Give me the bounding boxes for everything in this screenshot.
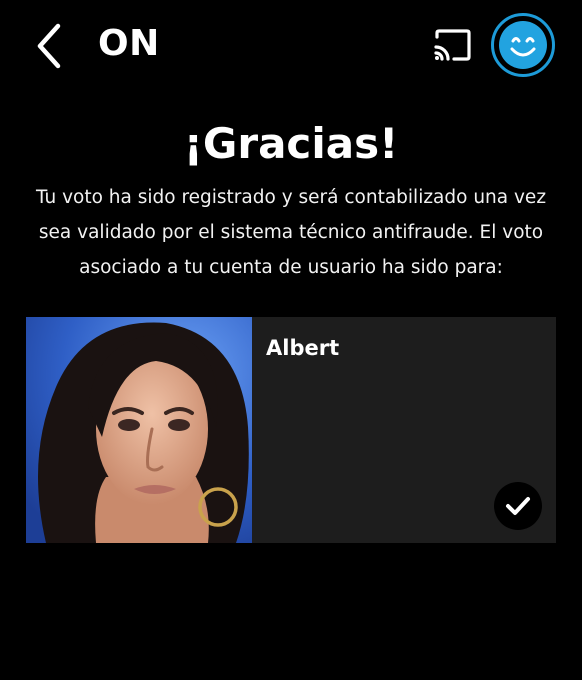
candidate-photo <box>26 317 252 543</box>
smiley-avatar-icon <box>499 21 547 69</box>
chevron-left-icon <box>37 23 61 69</box>
checkmark-icon <box>506 497 530 515</box>
top-app-bar: ON <box>0 0 582 92</box>
back-button[interactable] <box>28 18 72 74</box>
cast-button[interactable] <box>432 28 472 62</box>
voted-candidate-card[interactable]: Albert <box>26 317 556 543</box>
cast-icon <box>434 29 471 61</box>
app-title: ON <box>98 23 160 64</box>
vote-confirmation-message: Tu voto ha sido registrado y será contab… <box>35 187 547 278</box>
thanks-heading: ¡Gracias! <box>183 119 399 168</box>
selected-badge <box>494 482 542 530</box>
profile-avatar-button[interactable] <box>491 13 555 77</box>
candidate-name: Albert <box>266 336 340 360</box>
